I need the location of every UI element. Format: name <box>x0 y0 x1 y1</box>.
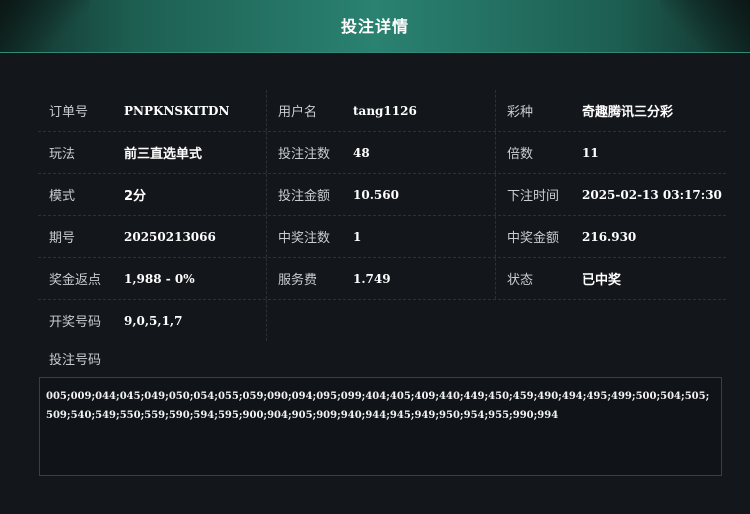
multiplier-cell: 倍数 11 <box>496 132 726 173</box>
order-number-label: 订单号 <box>49 105 89 120</box>
win-count-cell: 中奖注数 1 <box>267 216 496 257</box>
lottery-type-label: 彩种 <box>507 105 534 120</box>
rebate-cell: 奖金返点 1,988 - 0% <box>38 258 267 299</box>
win-count-label: 中奖注数 <box>278 231 331 246</box>
win-amount-value: 216.930 <box>582 229 637 244</box>
username-cell: 用户名 tang1126 <box>267 90 496 131</box>
win-amount-cell: 中奖金额 216.930 <box>496 216 726 257</box>
lottery-type-value: 奇趣腾讯三分彩 <box>582 105 674 120</box>
mode-cell: 模式 2分 <box>38 174 267 215</box>
bet-numbers-box[interactable]: 005;009;044;045;049;050;054;055;059;090;… <box>39 377 722 476</box>
detail-row: 玩法 前三直选单式 投注注数 48 倍数 11 <box>38 132 726 174</box>
detail-row: 订单号 PNPKNSKITDN 用户名 tang1126 彩种 奇趣腾讯三分彩 <box>38 90 726 132</box>
mode-value: 2分 <box>124 189 147 204</box>
username-label: 用户名 <box>278 105 318 120</box>
lottery-type-cell: 彩种 奇趣腾讯三分彩 <box>496 90 726 131</box>
bet-count-label: 投注注数 <box>278 147 331 162</box>
draw-number-value: 9,0,5,1,7 <box>124 313 183 328</box>
bet-time-value: 2025-02-13 03:17:30 <box>582 187 722 202</box>
detail-grid: 订单号 PNPKNSKITDN 用户名 tang1126 彩种 奇趣腾讯三分彩 … <box>38 90 726 341</box>
draw-number-cell: 开奖号码 9,0,5,1,7 <box>38 300 267 341</box>
detail-row: 开奖号码 9,0,5,1,7 <box>38 300 726 341</box>
service-fee-value: 1.749 <box>353 271 391 286</box>
detail-row: 模式 2分 投注金额 10.560 下注时间 2025-02-13 03:17:… <box>38 174 726 216</box>
bet-amount-label: 投注金额 <box>278 189 331 204</box>
service-fee-label: 服务费 <box>278 273 318 288</box>
mode-label: 模式 <box>49 189 76 204</box>
status-value: 已中奖 <box>582 273 622 288</box>
detail-row: 期号 20250213066 中奖注数 1 中奖金额 216.930 <box>38 216 726 258</box>
bet-count-value: 48 <box>353 145 370 160</box>
play-method-label: 玩法 <box>49 147 76 162</box>
multiplier-value: 11 <box>582 145 599 160</box>
issue-number-cell: 期号 20250213066 <box>38 216 267 257</box>
bet-amount-cell: 投注金额 10.560 <box>267 174 496 215</box>
win-count-value: 1 <box>353 229 362 244</box>
play-method-value: 前三直选单式 <box>124 147 203 162</box>
order-number-value: PNPKNSKITDN <box>124 103 230 118</box>
multiplier-label: 倍数 <box>507 147 534 162</box>
bet-time-label: 下注时间 <box>507 189 560 204</box>
service-fee-cell: 服务费 1.749 <box>267 258 496 299</box>
bet-count-cell: 投注注数 48 <box>267 132 496 173</box>
status-label: 状态 <box>507 273 534 288</box>
username-value: tang1126 <box>353 103 417 118</box>
rebate-value: 1,988 - 0% <box>124 271 195 286</box>
empty-cell <box>267 300 496 341</box>
issue-number-label: 期号 <box>49 231 76 246</box>
draw-number-label: 开奖号码 <box>49 315 102 330</box>
dialog-title: 投注详情 <box>340 17 409 36</box>
order-number-cell: 订单号 PNPKNSKITDN <box>38 90 267 131</box>
bet-time-cell: 下注时间 2025-02-13 03:17:30 <box>496 174 726 215</box>
bet-numbers-label: 投注号码 <box>49 353 102 368</box>
bet-amount-value: 10.560 <box>353 187 399 202</box>
win-amount-label: 中奖金额 <box>507 231 560 246</box>
detail-row: 奖金返点 1,988 - 0% 服务费 1.749 状态 已中奖 <box>38 258 726 300</box>
rebate-label: 奖金返点 <box>49 273 102 288</box>
status-cell: 状态 已中奖 <box>496 258 726 299</box>
play-method-cell: 玩法 前三直选单式 <box>38 132 267 173</box>
issue-number-value: 20250213066 <box>124 229 216 244</box>
